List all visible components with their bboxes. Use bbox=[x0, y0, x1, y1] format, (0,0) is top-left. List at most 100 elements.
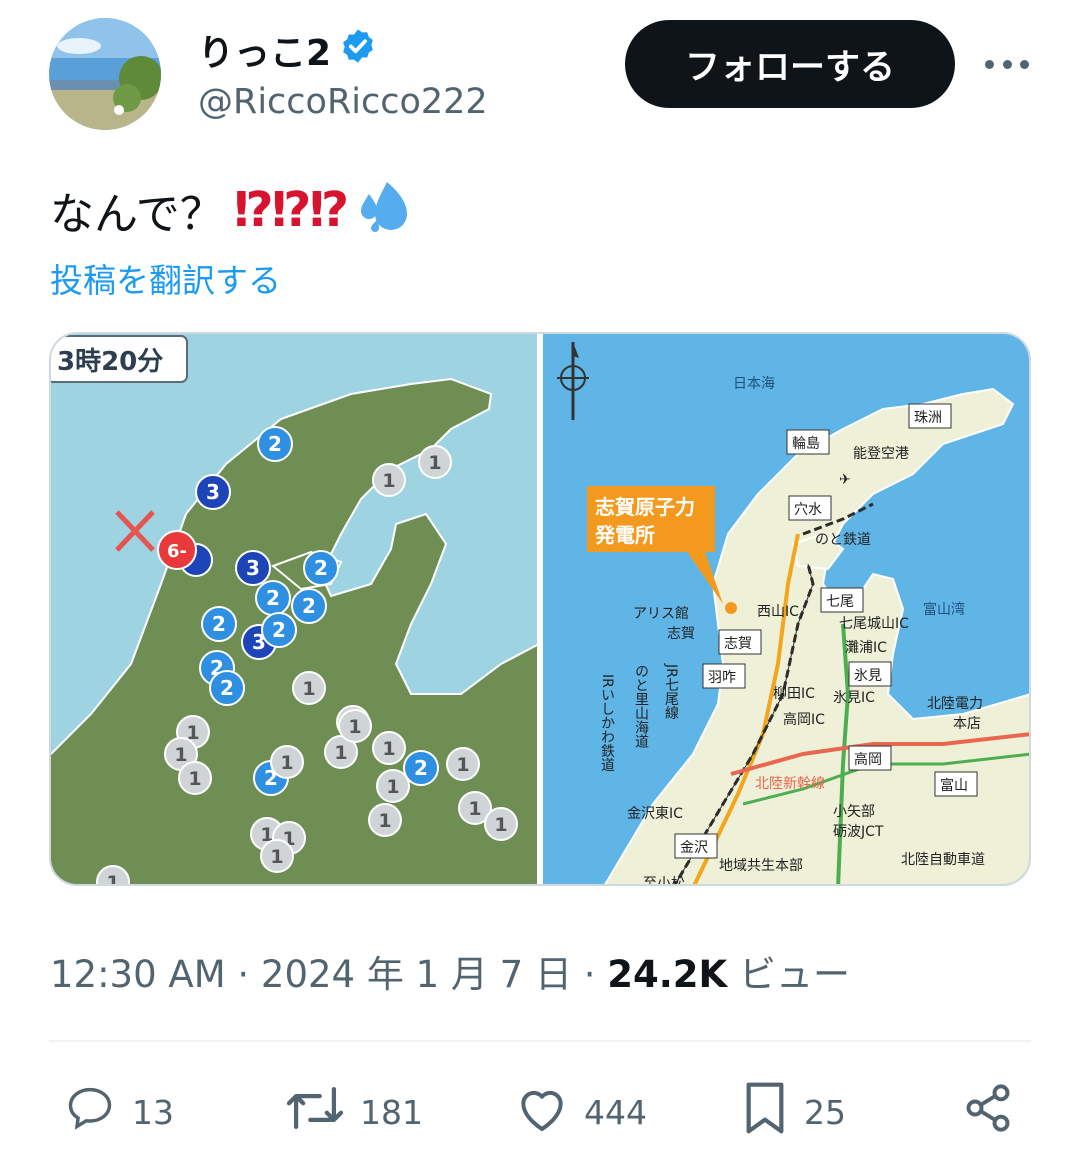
intensity-2-marker: 2 bbox=[257, 426, 293, 462]
svg-text:砺波JCT: 砺波JCT bbox=[833, 824, 884, 840]
svg-text:2: 2 bbox=[268, 432, 282, 456]
svg-text:高岡: 高岡 bbox=[854, 751, 882, 768]
intensity-1-marker: 1 bbox=[270, 745, 304, 779]
location-map-image[interactable]: 志賀原子力 発電所 日本海 富山湾 珠洲 輪島 能登空港 ✈ 穴水 のと鉄道 七… bbox=[543, 334, 1029, 884]
retweet-icon bbox=[284, 1082, 346, 1142]
svg-text:志賀: 志賀 bbox=[724, 636, 752, 652]
like-count: 444 bbox=[584, 1092, 647, 1132]
svg-text:本店: 本店 bbox=[953, 716, 981, 732]
svg-text:志賀原子力: 志賀原子力 bbox=[595, 495, 695, 519]
svg-text:1: 1 bbox=[106, 872, 119, 884]
reply-button[interactable]: 13 bbox=[62, 1082, 174, 1142]
views-count: 24.2K bbox=[607, 953, 728, 996]
verified-badge-icon bbox=[339, 27, 377, 74]
exclamation-question-emoji: ⁉⁉⁉ bbox=[233, 181, 349, 238]
intensity-2-marker: 2 bbox=[261, 612, 297, 648]
bookmark-count: 25 bbox=[804, 1092, 846, 1132]
svg-text:1: 1 bbox=[188, 768, 201, 790]
svg-text:西山IC: 西山IC bbox=[757, 604, 799, 620]
retweet-button[interactable]: 181 bbox=[284, 1082, 423, 1142]
svg-text:1: 1 bbox=[382, 470, 395, 492]
reply-count: 13 bbox=[132, 1092, 174, 1132]
retweet-count: 181 bbox=[360, 1092, 423, 1132]
svg-text:七尾城山IC: 七尾城山IC bbox=[839, 616, 909, 632]
share-icon bbox=[962, 1082, 1014, 1142]
like-button[interactable]: 444 bbox=[514, 1082, 647, 1142]
share-button[interactable] bbox=[962, 1082, 1014, 1142]
svg-text:北陸電力: 北陸電力 bbox=[927, 696, 983, 712]
intensity-1-marker: 1 bbox=[418, 445, 452, 479]
svg-text:JR七尾線: JR七尾線 bbox=[663, 663, 679, 720]
translate-post-link[interactable]: 投稿を翻訳する bbox=[50, 254, 281, 302]
svg-text:金沢東IC: 金沢東IC bbox=[627, 806, 683, 822]
svg-text:発電所: 発電所 bbox=[594, 523, 655, 547]
svg-text:氷見IC: 氷見IC bbox=[833, 690, 875, 706]
svg-text:珠洲: 珠洲 bbox=[914, 410, 942, 426]
bookmark-icon bbox=[740, 1080, 790, 1144]
svg-text:1: 1 bbox=[386, 776, 399, 798]
svg-text:1: 1 bbox=[494, 814, 507, 836]
intensity-2-marker: 2 bbox=[403, 750, 439, 786]
svg-text:2: 2 bbox=[212, 612, 226, 636]
svg-text:1: 1 bbox=[378, 810, 391, 832]
divider bbox=[49, 1040, 1031, 1042]
tweet-text: なんで？ ⁉⁉⁉ bbox=[50, 176, 409, 243]
avatar[interactable] bbox=[49, 18, 161, 130]
timestamp-text[interactable]: 12:30 AM · 2024 年 1 月 7 日 · bbox=[50, 953, 607, 996]
user-handle[interactable]: @RiccoRicco222 bbox=[198, 82, 488, 122]
svg-text:灘浦IC: 灘浦IC bbox=[845, 640, 887, 656]
intensity-1-marker: 1 bbox=[338, 709, 372, 743]
svg-text:富山: 富山 bbox=[940, 777, 968, 794]
svg-text:2: 2 bbox=[220, 676, 234, 700]
svg-text:高岡IC: 高岡IC bbox=[783, 711, 825, 728]
svg-text:1: 1 bbox=[348, 716, 361, 738]
follow-button[interactable]: フォローする bbox=[625, 20, 955, 108]
display-name[interactable]: りっこ2 bbox=[198, 24, 377, 76]
svg-text:1: 1 bbox=[280, 752, 293, 774]
svg-text:のと里山海道: のと里山海道 bbox=[633, 664, 649, 749]
svg-text:能登空港: 能登空港 bbox=[853, 446, 909, 462]
intensity-1-marker: 1 bbox=[372, 463, 406, 497]
intensity-1-marker: 1 bbox=[292, 671, 326, 705]
svg-text:1: 1 bbox=[468, 798, 481, 820]
intensity-map-image[interactable]: 3時20分 6- 3 3 3 2 2 2 2 2 2 2 2 2 2 1 1 1… bbox=[51, 334, 537, 884]
svg-text:IRいしかわ鉄道: IRいしかわ鉄道 bbox=[599, 674, 615, 773]
svg-text:柳田IC: 柳田IC bbox=[773, 685, 815, 702]
svg-text:3: 3 bbox=[206, 480, 220, 504]
airplane-icon: ✈ bbox=[839, 472, 851, 488]
svg-text:穴水: 穴水 bbox=[794, 502, 822, 518]
time-label: 3時20分 bbox=[57, 347, 163, 377]
intensity-2-marker: 2 bbox=[255, 580, 291, 616]
svg-text:羽咋: 羽咋 bbox=[708, 670, 736, 686]
intensity-1-marker: 1 bbox=[368, 803, 402, 837]
svg-text:2: 2 bbox=[314, 556, 328, 580]
svg-text:1: 1 bbox=[302, 678, 315, 700]
svg-text:地域共生本部: 地域共生本部 bbox=[719, 858, 803, 874]
intensity-2-marker: 2 bbox=[291, 588, 327, 624]
intensity-1-marker: 1 bbox=[446, 747, 480, 781]
svg-text:富山湾: 富山湾 bbox=[923, 601, 965, 618]
display-name-text[interactable]: りっこ2 bbox=[198, 24, 331, 76]
tweet-timestamp[interactable]: 12:30 AM · 2024 年 1 月 7 日 · 24.2K ビュー bbox=[50, 944, 850, 998]
intensity-2-marker: 2 bbox=[201, 606, 237, 642]
svg-text:1: 1 bbox=[334, 742, 347, 764]
svg-text:のと鉄道: のと鉄道 bbox=[815, 532, 871, 548]
sweat-droplets-icon bbox=[357, 176, 409, 243]
intensity-2-marker: 2 bbox=[303, 550, 339, 586]
svg-text:1: 1 bbox=[270, 846, 283, 868]
svg-text:アリス館: アリス館 bbox=[633, 605, 689, 622]
bookmark-button[interactable]: 25 bbox=[740, 1082, 846, 1142]
media-container[interactable]: 3時20分 6- 3 3 3 2 2 2 2 2 2 2 2 2 2 1 1 1… bbox=[49, 332, 1031, 886]
svg-text:輪島: 輪島 bbox=[792, 435, 820, 452]
svg-text:氷見: 氷見 bbox=[854, 668, 882, 684]
svg-text:2: 2 bbox=[266, 586, 280, 610]
reply-icon bbox=[62, 1082, 118, 1142]
svg-text:2: 2 bbox=[414, 756, 428, 780]
svg-text:至小松: 至小松 bbox=[643, 876, 685, 884]
svg-text:日本海: 日本海 bbox=[733, 376, 775, 392]
intensity-3-marker: 3 bbox=[195, 474, 231, 510]
intensity-1-marker: 1 bbox=[484, 807, 518, 841]
svg-text:七尾: 七尾 bbox=[826, 594, 854, 610]
more-dots-icon[interactable] bbox=[985, 44, 1029, 84]
svg-text:北陸新幹線: 北陸新幹線 bbox=[755, 775, 825, 792]
